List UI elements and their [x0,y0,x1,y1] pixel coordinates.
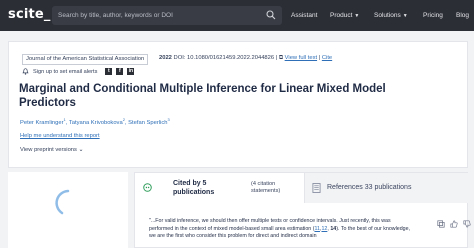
loading-spinner-icon [55,189,70,215]
author-list: Peter Kramlinger1, Tatyana Krivobokova2,… [20,117,170,126]
tab-references[interactable]: References 33 publications [307,173,469,203]
citation-ref-link[interactable]: 11 [314,226,320,232]
nav-solutions[interactable]: Solutions ▼ [374,12,408,19]
doi: DOI: 10.1080/01621459.2022.2044826 [173,55,275,61]
search-input[interactable] [58,9,258,22]
author-link[interactable]: Peter Kramlinger1 [20,117,66,126]
nav-pricing[interactable]: Pricing [423,12,443,19]
alerts-row: Sign up to set email alerts t f in [22,68,135,75]
cite-link[interactable]: Cite [322,55,332,61]
author-link[interactable]: Tatyana Krivobokova2 [69,117,125,126]
chevron-down-icon: ▼ [402,13,408,19]
linkedin-icon[interactable]: in [127,68,135,75]
author-link[interactable]: Stefan Sperlich3 [128,117,170,126]
nav-assistant[interactable]: Assistant [291,12,317,19]
cited-by-count: Cited by 5 publications [173,180,215,196]
citation-tabs: Cited by 5 publications (4 citation stat… [135,173,469,203]
chevron-down-icon: ▼ [354,13,360,19]
share-buttons: t f in [105,68,135,75]
citation-excerpt: "...For valid inference, we should then … [149,218,411,239]
nav-blog[interactable]: Blog [456,12,469,19]
citation-ref-link[interactable]: 12 [321,226,327,232]
year: 2022 [159,55,172,61]
search-box[interactable] [52,6,282,25]
chevron-down-icon: ⌄ [78,147,84,153]
facebook-icon[interactable]: f [116,68,124,75]
bell-icon [22,68,29,75]
paper-meta: 2022 DOI: 10.1080/01621459.2022.2044826 … [159,55,333,61]
citation-statements-count: (4 citation statements) [251,181,281,194]
tab-cited-by[interactable]: Cited by 5 publications (4 citation stat… [135,173,305,203]
excerpt-actions [437,220,471,228]
copy-icon[interactable] [437,220,445,228]
references-count: References 33 publications [327,184,412,191]
scite-logo[interactable]: scite_ [8,7,51,22]
help-understand-link[interactable]: Help me understand this report [20,133,100,139]
badge-loader-card [8,172,128,248]
twitter-icon[interactable]: t [105,68,113,75]
paper-card: Journal of the American Statistical Asso… [8,41,468,168]
paper-title: Marginal and Conditional Multiple Infere… [19,83,386,109]
view-full-text-link[interactable]: View full text [285,55,317,61]
quote-bubble-icon [143,183,152,192]
journal-badge[interactable]: Journal of the American Statistical Asso… [22,54,149,65]
preprint-versions-toggle[interactable]: View preprint versions ⌄ [20,146,84,153]
document-icon [312,183,321,193]
thumbs-up-icon[interactable] [450,220,458,228]
email-alerts-link[interactable]: Sign up to set email alerts [33,69,97,75]
nav-product[interactable]: Product ▼ [330,12,359,19]
citations-panel: Cited by 5 publications (4 citation stat… [134,172,471,248]
thumbs-down-icon[interactable] [463,220,471,228]
external-link-icon: ⧉ [278,55,284,61]
top-navbar: scite_ Assistant Product▼ Solutions▼ Pri… [0,0,474,31]
search-icon[interactable] [266,10,276,20]
